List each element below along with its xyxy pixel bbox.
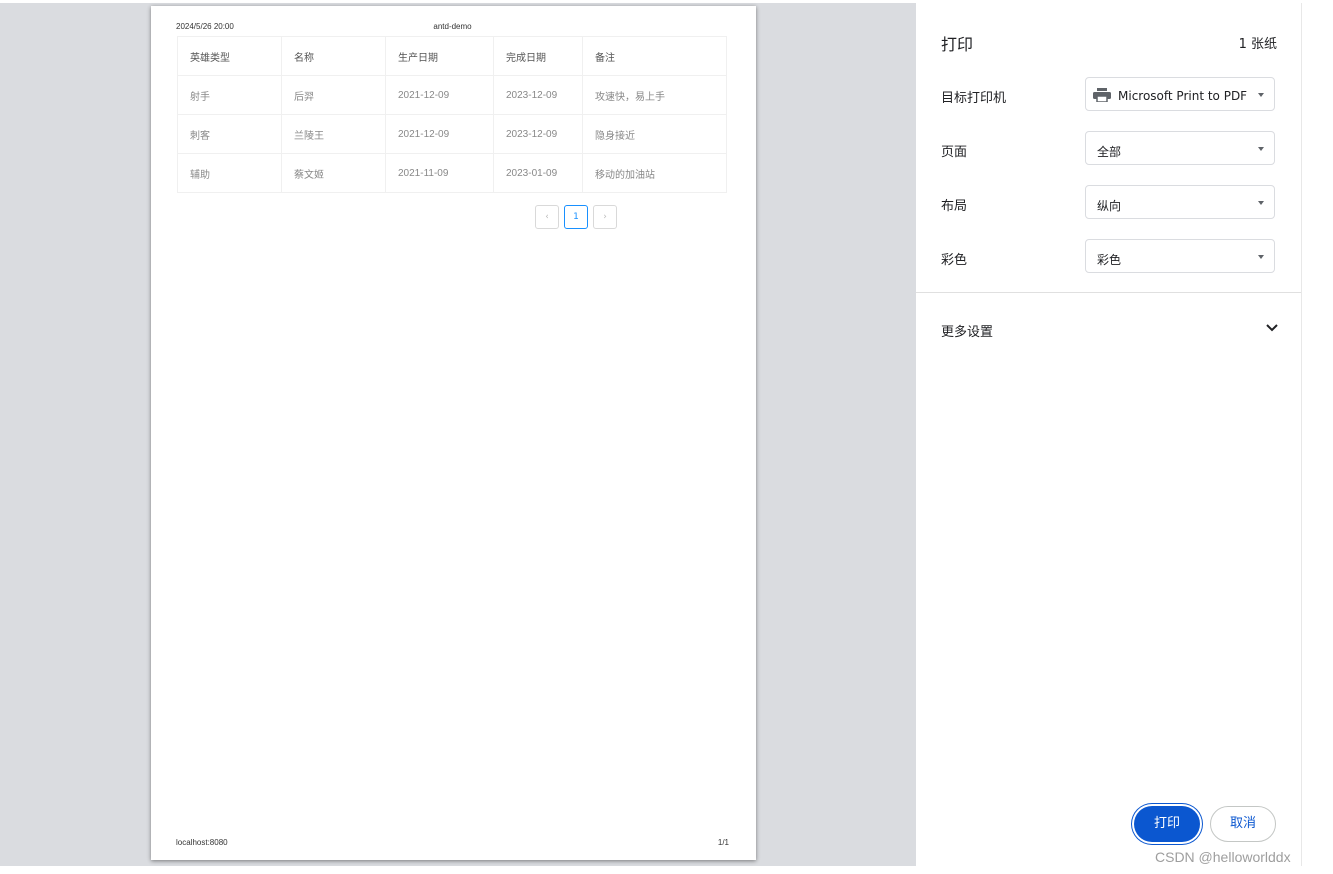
footer-url: localhost:8080 — [176, 838, 228, 847]
footer-page-number: 1/1 — [717, 838, 729, 847]
layout-select[interactable]: 纵向 — [1085, 185, 1275, 219]
destination-select[interactable]: Microsoft Print to PDF — [1085, 77, 1275, 111]
hero-table: 英雄类型 名称 生产日期 完成日期 备注 射手 后羿 2021-12-09 20… — [177, 36, 727, 193]
column-header: 备注 — [582, 36, 727, 76]
more-settings-toggle[interactable]: 更多设置 — [941, 321, 993, 340]
print-preview-area: 2024/5/26 20:00 antd-demo 英雄类型 名称 生产日期 完… — [0, 3, 916, 866]
table-cell: 2021-12-09 — [385, 75, 494, 115]
column-header: 名称 — [281, 36, 386, 76]
table-cell: 2023-12-09 — [493, 75, 583, 115]
table-row: 刺客 兰陵王 2021-12-09 2023-12-09 隐身接近 — [177, 114, 727, 154]
table-cell: 射手 — [177, 75, 282, 115]
table-cell: 后羿 — [281, 75, 386, 115]
pages-value: 全部 — [1097, 145, 1122, 159]
next-page-button: › — [593, 205, 617, 229]
destination-label: 目标打印机 — [941, 91, 1007, 106]
table-cell: 攻速快，易上手 — [582, 75, 727, 115]
print-button[interactable]: 打印 — [1134, 806, 1200, 842]
right-margin — [1301, 3, 1333, 866]
table-cell: 隐身接近 — [582, 114, 727, 154]
table-cell: 2023-01-09 — [493, 153, 583, 193]
panel-title: 打印 — [941, 35, 974, 54]
header-title: antd-demo — [433, 22, 472, 31]
printer-icon — [1093, 88, 1111, 102]
color-value: 彩色 — [1097, 253, 1122, 267]
table-row: 射手 后羿 2021-12-09 2023-12-09 攻速快，易上手 — [177, 75, 727, 115]
column-header: 完成日期 — [493, 36, 583, 76]
table-cell: 移动的加油站 — [582, 153, 727, 193]
table-cell: 蔡文姬 — [281, 153, 386, 193]
table-cell: 2023-12-09 — [493, 114, 583, 154]
destination-value: Microsoft Print to PDF — [1118, 89, 1248, 103]
page-footer: localhost:8080 1/1 — [176, 838, 729, 848]
color-label: 彩色 — [941, 253, 968, 268]
table-cell: 刺客 — [177, 114, 282, 154]
dropdown-arrow-icon — [1258, 93, 1264, 97]
pages-label: 页面 — [941, 145, 968, 160]
table-cell: 2021-11-09 — [385, 153, 494, 193]
table-header-row: 英雄类型 名称 生产日期 完成日期 备注 — [177, 36, 727, 76]
pages-select[interactable]: 全部 — [1085, 131, 1275, 165]
chevron-left-icon: ‹ — [545, 212, 549, 222]
sheet-count: 1 张纸 — [1238, 37, 1277, 52]
preview-page: 2024/5/26 20:00 antd-demo 英雄类型 名称 生产日期 完… — [151, 6, 756, 860]
watermark: CSDN @helloworlddx — [1155, 849, 1291, 865]
column-header: 生产日期 — [385, 36, 494, 76]
table-cell: 2021-12-09 — [385, 114, 494, 154]
color-select[interactable]: 彩色 — [1085, 239, 1275, 273]
chevron-right-icon: › — [603, 212, 607, 222]
page-1-button: 1 — [564, 205, 588, 229]
layout-label: 布局 — [941, 199, 968, 214]
table-row: 辅助 蔡文姬 2021-11-09 2023-01-09 移动的加油站 — [177, 153, 727, 193]
column-header: 英雄类型 — [177, 36, 282, 76]
print-settings-panel: 打印 1 张纸 目标打印机 Microsoft Print to PDF 页面 … — [916, 3, 1301, 866]
table-cell: 兰陵王 — [281, 114, 386, 154]
table-cell: 辅助 — [177, 153, 282, 193]
dropdown-arrow-icon — [1258, 147, 1264, 151]
dropdown-arrow-icon — [1258, 201, 1264, 205]
prev-page-button: ‹ — [535, 205, 559, 229]
divider — [916, 292, 1301, 293]
page-header: 2024/5/26 20:00 antd-demo — [176, 22, 729, 32]
dropdown-arrow-icon — [1258, 255, 1264, 259]
cancel-button[interactable]: 取消 — [1210, 806, 1276, 842]
layout-value: 纵向 — [1097, 199, 1122, 213]
chevron-down-icon[interactable] — [1265, 323, 1279, 333]
